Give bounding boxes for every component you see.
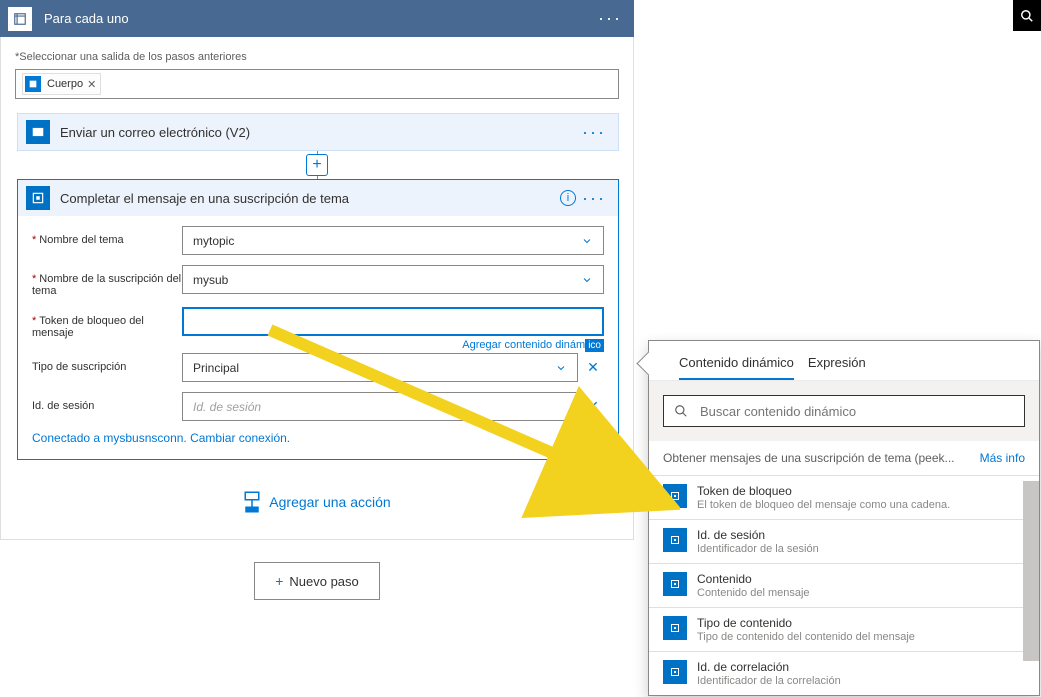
for-each-title: Para cada uno bbox=[44, 11, 129, 26]
add-action-label: Agregar una acción bbox=[269, 494, 390, 510]
dyn-item-session-id[interactable]: Id. de sesión Identificador de la sesión bbox=[649, 520, 1039, 564]
complete-action-title: Completar el mensaje en una suscripción … bbox=[60, 191, 349, 206]
search-input[interactable] bbox=[698, 403, 1014, 420]
dyn-item-title: Contenido bbox=[697, 572, 810, 586]
dyn-item-content[interactable]: Contenido Contenido del mensaje bbox=[649, 564, 1039, 608]
sub-type-row: Tipo de suscripción Principal ✕ bbox=[32, 353, 604, 382]
body-icon bbox=[25, 76, 41, 92]
plus-icon: + bbox=[275, 573, 283, 589]
chevron-down-icon bbox=[581, 274, 593, 286]
servicebus-icon bbox=[663, 660, 687, 684]
sub-name-label: *Nombre de la suscripción del tema bbox=[32, 265, 182, 297]
tab-expression[interactable]: Expresión bbox=[808, 355, 866, 380]
sub-type-label: Tipo de suscripción bbox=[32, 353, 182, 373]
email-action-card[interactable]: Enviar un correo electrónico (V2) ··· bbox=[17, 113, 619, 151]
servicebus-icon bbox=[26, 186, 50, 210]
dyn-item-desc: Contenido del mensaje bbox=[697, 587, 810, 599]
sub-type-clear-button[interactable]: ✕ bbox=[582, 353, 604, 382]
scrollbar-thumb[interactable] bbox=[1023, 481, 1039, 661]
tab-dynamic-content[interactable]: Contenido dinámico bbox=[679, 355, 794, 380]
lock-token-label: *Token de bloqueo del mensaje bbox=[32, 307, 182, 339]
dyn-item-content-type[interactable]: Tipo de contenido Tipo de contenido del … bbox=[649, 608, 1039, 652]
insert-step-button[interactable]: + bbox=[306, 154, 328, 176]
sub-name-row: *Nombre de la suscripción del tema mysub bbox=[32, 265, 604, 297]
lock-token-input[interactable] bbox=[182, 307, 604, 336]
servicebus-icon bbox=[663, 484, 687, 508]
dyn-item-correlation-id[interactable]: Id. de correlación Identificador de la c… bbox=[649, 652, 1039, 695]
complete-message-body: *Nombre del tema mytopic *Nombre de la s… bbox=[18, 216, 618, 459]
dyn-item-desc: Identificador de la correlación bbox=[697, 675, 841, 687]
session-id-row: Id. de sesión ✕ bbox=[32, 392, 604, 421]
category-row: Obtener mensajes de una suscripción de t… bbox=[649, 441, 1039, 475]
topic-name-row: *Nombre del tema mytopic bbox=[32, 226, 604, 255]
search-tab[interactable] bbox=[1013, 0, 1041, 31]
chevron-down-icon bbox=[581, 235, 593, 247]
select-output-input[interactable]: Cuerpo ✕ bbox=[15, 69, 619, 99]
category-label: Obtener mensajes de una suscripción de t… bbox=[663, 451, 955, 465]
new-step-label: Nuevo paso bbox=[289, 574, 358, 589]
session-id-clear-button[interactable]: ✕ bbox=[582, 392, 604, 421]
chip-label: Cuerpo bbox=[47, 78, 83, 90]
dyn-link-badge: ico bbox=[585, 339, 604, 352]
sub-name-select[interactable]: mysub bbox=[182, 265, 604, 294]
topic-name-select[interactable]: mytopic bbox=[182, 226, 604, 255]
info-icon[interactable]: i bbox=[560, 190, 576, 206]
for-each-menu-icon[interactable]: ··· bbox=[598, 8, 622, 29]
session-id-label: Id. de sesión bbox=[32, 392, 182, 412]
email-action-title: Enviar un correo electrónico (V2) bbox=[60, 125, 250, 140]
panel-scrollbar[interactable] bbox=[1023, 441, 1039, 695]
dyn-item-title: Tipo de contenido bbox=[697, 616, 915, 630]
dynamic-content-panel: Contenido dinámico Expresión Obtener men… bbox=[648, 340, 1040, 696]
servicebus-icon bbox=[663, 528, 687, 552]
insert-step-connector: + bbox=[1, 151, 633, 179]
topic-name-value: mytopic bbox=[193, 234, 234, 248]
lock-token-row: *Token de bloqueo del mensaje Agregar co… bbox=[32, 307, 604, 351]
new-step-button[interactable]: + Nuevo paso bbox=[254, 562, 380, 600]
outlook-icon bbox=[26, 120, 50, 144]
dyn-item-desc: Tipo de contenido del contenido del mens… bbox=[697, 631, 915, 643]
complete-menu-icon[interactable]: ··· bbox=[582, 188, 606, 209]
left-column: Para cada uno ··· *Seleccionar una salid… bbox=[0, 0, 634, 622]
for-each-header[interactable]: Para cada uno ··· bbox=[0, 0, 634, 37]
add-action-icon bbox=[243, 490, 261, 514]
dyn-item-lock-token[interactable]: Token de bloqueo El token de bloqueo del… bbox=[649, 476, 1039, 520]
servicebus-icon bbox=[663, 572, 687, 596]
complete-message-card: Completar el mensaje en una suscripción … bbox=[17, 179, 619, 460]
for-each-body: *Seleccionar una salida de los pasos ant… bbox=[0, 37, 634, 540]
servicebus-icon bbox=[663, 616, 687, 640]
connection-info[interactable]: Conectado a mysbusnsconn. Cambiar conexi… bbox=[32, 431, 604, 445]
search-area bbox=[649, 381, 1039, 441]
cuerpo-chip[interactable]: Cuerpo ✕ bbox=[22, 73, 101, 95]
category-more-link[interactable]: Más info bbox=[980, 451, 1025, 465]
new-step-row: + Nuevo paso bbox=[0, 540, 634, 622]
topic-name-label: *Nombre del tema bbox=[32, 226, 182, 246]
chip-remove-icon[interactable]: ✕ bbox=[87, 78, 96, 91]
panel-tabs: Contenido dinámico Expresión bbox=[649, 341, 1039, 381]
session-id-input[interactable] bbox=[182, 392, 578, 421]
add-dynamic-content-link[interactable]: Agregar contenido dinámico bbox=[182, 339, 604, 351]
email-action-header[interactable]: Enviar un correo electrónico (V2) ··· bbox=[18, 114, 618, 150]
select-output-label: *Seleccionar una salida de los pasos ant… bbox=[15, 51, 619, 63]
sub-type-value: Principal bbox=[193, 361, 239, 375]
add-action-button[interactable]: Agregar una acción bbox=[243, 490, 390, 514]
search-icon bbox=[674, 404, 688, 418]
add-action-row: Agregar una acción bbox=[1, 490, 633, 517]
foreach-icon bbox=[8, 7, 32, 31]
sub-type-select[interactable]: Principal bbox=[182, 353, 578, 382]
sub-name-value: mysub bbox=[193, 273, 228, 287]
dyn-item-desc: El token de bloqueo del mensaje como una… bbox=[697, 499, 950, 511]
dyn-item-desc: Identificador de la sesión bbox=[697, 543, 819, 555]
dyn-item-title: Id. de sesión bbox=[697, 528, 819, 542]
dyn-item-title: Id. de correlación bbox=[697, 660, 841, 674]
chevron-down-icon bbox=[555, 362, 567, 374]
dynamic-items-list: Token de bloqueo El token de bloqueo del… bbox=[649, 475, 1039, 695]
complete-message-header[interactable]: Completar el mensaje en una suscripción … bbox=[18, 180, 618, 216]
email-menu-icon[interactable]: ··· bbox=[582, 122, 606, 143]
search-box[interactable] bbox=[663, 395, 1025, 427]
select-output-area: *Seleccionar una salida de los pasos ant… bbox=[1, 37, 633, 113]
dyn-item-title: Token de bloqueo bbox=[697, 484, 950, 498]
